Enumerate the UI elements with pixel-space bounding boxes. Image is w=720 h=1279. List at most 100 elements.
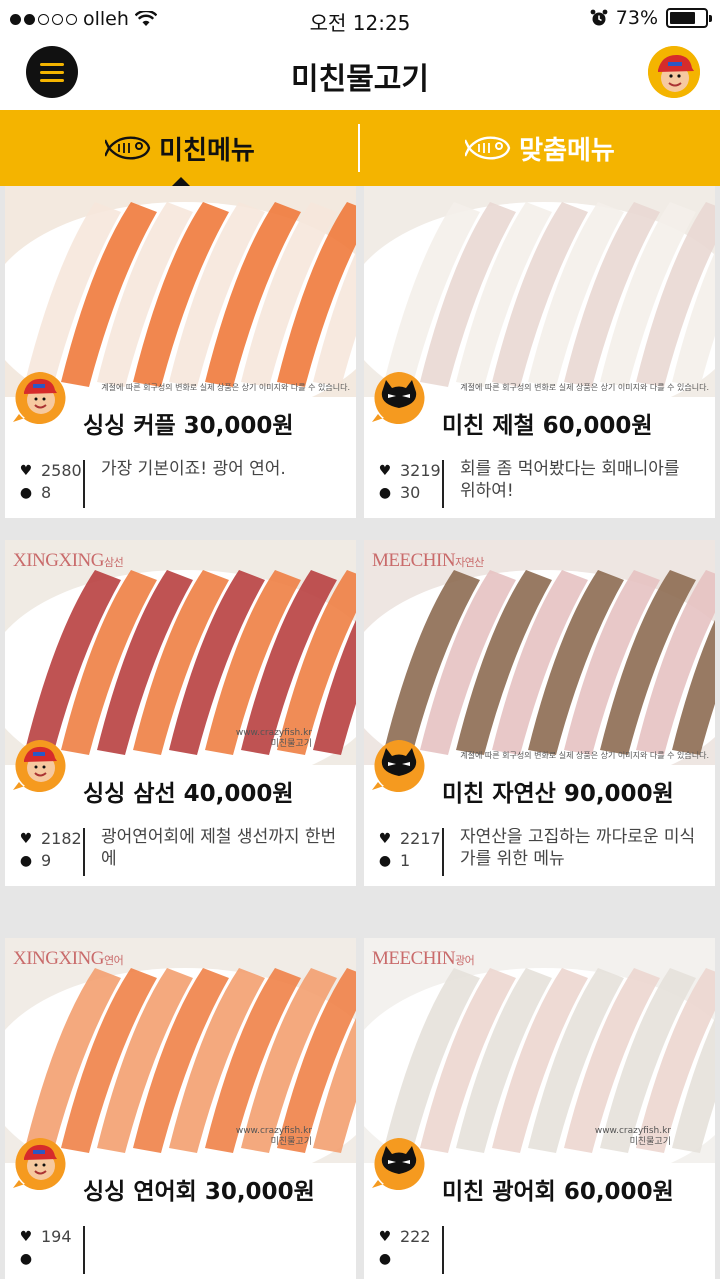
- comments-row[interactable]: ● 8: [19, 482, 82, 504]
- photo-brand-text: MEECHIN광어: [372, 948, 475, 969]
- photo-brand-text: XINGXING연어: [13, 948, 124, 969]
- tab-bar: 미친메뉴 맞춤메뉴: [0, 110, 720, 186]
- tab-crazy-menu[interactable]: 미친메뉴: [0, 110, 360, 186]
- comment-bubble-icon: ●: [19, 853, 33, 869]
- comment-bubble-icon: ●: [378, 485, 392, 501]
- comment-bubble-icon: ●: [19, 485, 33, 501]
- likes-count: 2182: [41, 829, 82, 848]
- tab-custom-menu[interactable]: 맞춤메뉴: [360, 110, 720, 186]
- fish-icon: [105, 136, 151, 160]
- menu-card[interactable]: MEECHIN광어 www.crazyfish.kr 미친물고기미친 광어회 60,…: [364, 938, 715, 1279]
- comments-row[interactable]: ●: [19, 1248, 72, 1270]
- dish-photo: XINGXING삼선 www.crazyfish.kr 미친물고기: [5, 540, 356, 765]
- likes-count: 2217: [400, 829, 441, 848]
- menu-stats: ♥ 2580 ● 8: [19, 460, 82, 504]
- black-cat-character-icon: [370, 1136, 428, 1190]
- menu-card[interactable]: 계절에 따른 회구성의 변화로 실제 상품은 상기 이미지와 다를 수 있습니다…: [364, 186, 715, 518]
- comments-count: 1: [400, 851, 411, 870]
- status-right: 73%: [590, 7, 712, 29]
- comments-count: 8: [41, 483, 52, 502]
- photo-brand-text: XINGXING삼선: [13, 550, 124, 571]
- likes-row[interactable]: ♥ 3219: [378, 460, 441, 482]
- red-cap-character-icon: [11, 738, 69, 792]
- comments-row[interactable]: ● 9: [19, 850, 82, 872]
- menu-title: 미친 자연산 90,000원: [442, 781, 674, 807]
- menu-title: 싱싱 커플 30,000원: [83, 413, 294, 439]
- stats-divider: [83, 828, 85, 876]
- photo-url-text: www.crazyfish.kr 미친물고기: [235, 727, 312, 750]
- comments-count: 9: [41, 851, 52, 870]
- active-tab-indicator: [172, 177, 190, 186]
- menu-stats: ♥ 2182 ● 9: [19, 828, 82, 872]
- photo-url-text: www.crazyfish.kr 미친물고기: [594, 1125, 671, 1148]
- likes-row[interactable]: ♥ 194: [19, 1226, 72, 1248]
- red-cap-character-icon: [11, 370, 69, 424]
- black-cat-character-icon: [370, 738, 428, 792]
- menu-grid: 계절에 따른 회구성의 변화로 실제 상품은 상기 이미지와 다를 수 있습니다…: [0, 186, 720, 1279]
- dish-photo: 계절에 따른 회구성의 변화로 실제 상품은 상기 이미지와 다를 수 있습니다…: [364, 186, 715, 397]
- menu-title: 싱싱 연어회 30,000원: [83, 1179, 315, 1205]
- menu-title: 미친 광어회 60,000원: [442, 1179, 674, 1205]
- heart-icon: ♥: [19, 1229, 33, 1245]
- likes-row[interactable]: ♥ 2182: [19, 828, 82, 850]
- menu-title: 미친 제철 60,000원: [442, 413, 653, 439]
- hamburger-menu-button[interactable]: [26, 46, 78, 98]
- menu-card[interactable]: 계절에 따른 회구성의 변화로 실제 상품은 상기 이미지와 다를 수 있습니다…: [5, 186, 356, 518]
- comments-row[interactable]: ● 30: [378, 482, 441, 504]
- black-cat-character-icon: [370, 370, 428, 424]
- menu-stats: ♥ 194 ●: [19, 1226, 72, 1270]
- likes-row[interactable]: ♥ 222: [378, 1226, 431, 1248]
- menu-description: 광어연어회에 제철 생선까지 한번에: [101, 827, 337, 869]
- menu-stats: ♥ 3219 ● 30: [378, 460, 441, 504]
- menu-title: 싱싱 삼선 40,000원: [83, 781, 294, 807]
- likes-count: 222: [400, 1227, 431, 1246]
- tab-label: 맞춤메뉴: [519, 135, 615, 166]
- stats-divider: [442, 828, 444, 876]
- photo-disclaimer: 계절에 따른 회구성의 변화로 실제 상품은 상기 이미지와 다를 수 있습니다…: [460, 751, 709, 760]
- menu-line-icon: [40, 78, 64, 82]
- photo-disclaimer: 계절에 따른 회구성의 변화로 실제 상품은 상기 이미지와 다를 수 있습니다…: [101, 383, 350, 392]
- menu-card[interactable]: XINGXING연어 www.crazyfish.kr 미친물고기싱싱 연어회 30…: [5, 938, 356, 1279]
- menu-description: 회를 좀 먹어봤다는 회매니아를 위하여!: [460, 459, 680, 501]
- stats-divider: [442, 1226, 444, 1274]
- likes-row[interactable]: ♥ 2217: [378, 828, 441, 850]
- heart-icon: ♥: [378, 1229, 392, 1245]
- menu-stats: ♥ 2217 ● 1: [378, 828, 441, 872]
- avatar-icon: [648, 46, 700, 98]
- likes-count: 3219: [400, 461, 441, 480]
- photo-brand-text: MEECHIN자연산: [372, 550, 484, 571]
- fish-icon: [465, 136, 511, 160]
- likes-row[interactable]: ♥ 2580: [19, 460, 82, 482]
- alarm-clock-icon: [590, 9, 608, 26]
- battery-percent: 73%: [615, 7, 658, 29]
- stats-divider: [83, 460, 85, 508]
- red-cap-character-icon: [11, 1136, 69, 1190]
- profile-avatar-button[interactable]: [648, 46, 700, 98]
- navigation-bar: 미친물고기: [0, 38, 720, 110]
- menu-card[interactable]: XINGXING삼선 www.crazyfish.kr 미친물고기싱싱 삼선 40,…: [5, 540, 356, 886]
- menu-line-icon: [40, 70, 64, 74]
- menu-card[interactable]: MEECHIN자연산계절에 따른 회구성의 변화로 실제 상품은 상기 이미지와…: [364, 540, 715, 886]
- comments-count: 30: [400, 483, 421, 502]
- menu-description: 자연산을 고집하는 까다로운 미식가를 위한 메뉴: [460, 827, 696, 869]
- stats-divider: [83, 1226, 85, 1274]
- dish-photo: MEECHIN자연산계절에 따른 회구성의 변화로 실제 상품은 상기 이미지와…: [364, 540, 715, 765]
- tab-label: 미친메뉴: [159, 135, 255, 166]
- comment-bubble-icon: ●: [19, 1251, 33, 1267]
- status-bar: olleh 오전 12:25 73%: [0, 0, 720, 38]
- comments-row[interactable]: ●: [378, 1248, 431, 1270]
- likes-count: 194: [41, 1227, 72, 1246]
- photo-disclaimer: 계절에 따른 회구성의 변화로 실제 상품은 상기 이미지와 다를 수 있습니다…: [460, 383, 709, 392]
- menu-description: 가장 기본이죠! 광어 연어.: [101, 459, 286, 479]
- heart-icon: ♥: [19, 831, 33, 847]
- heart-icon: ♥: [19, 463, 33, 479]
- battery-icon: [666, 8, 712, 28]
- stats-divider: [442, 460, 444, 508]
- photo-url-text: www.crazyfish.kr 미친물고기: [235, 1125, 312, 1148]
- heart-icon: ♥: [378, 463, 392, 479]
- comment-bubble-icon: ●: [378, 853, 392, 869]
- dish-photo: MEECHIN광어 www.crazyfish.kr 미친물고기: [364, 938, 715, 1163]
- comment-bubble-icon: ●: [378, 1251, 392, 1267]
- dish-photo: 계절에 따른 회구성의 변화로 실제 상품은 상기 이미지와 다를 수 있습니다…: [5, 186, 356, 397]
- comments-row[interactable]: ● 1: [378, 850, 441, 872]
